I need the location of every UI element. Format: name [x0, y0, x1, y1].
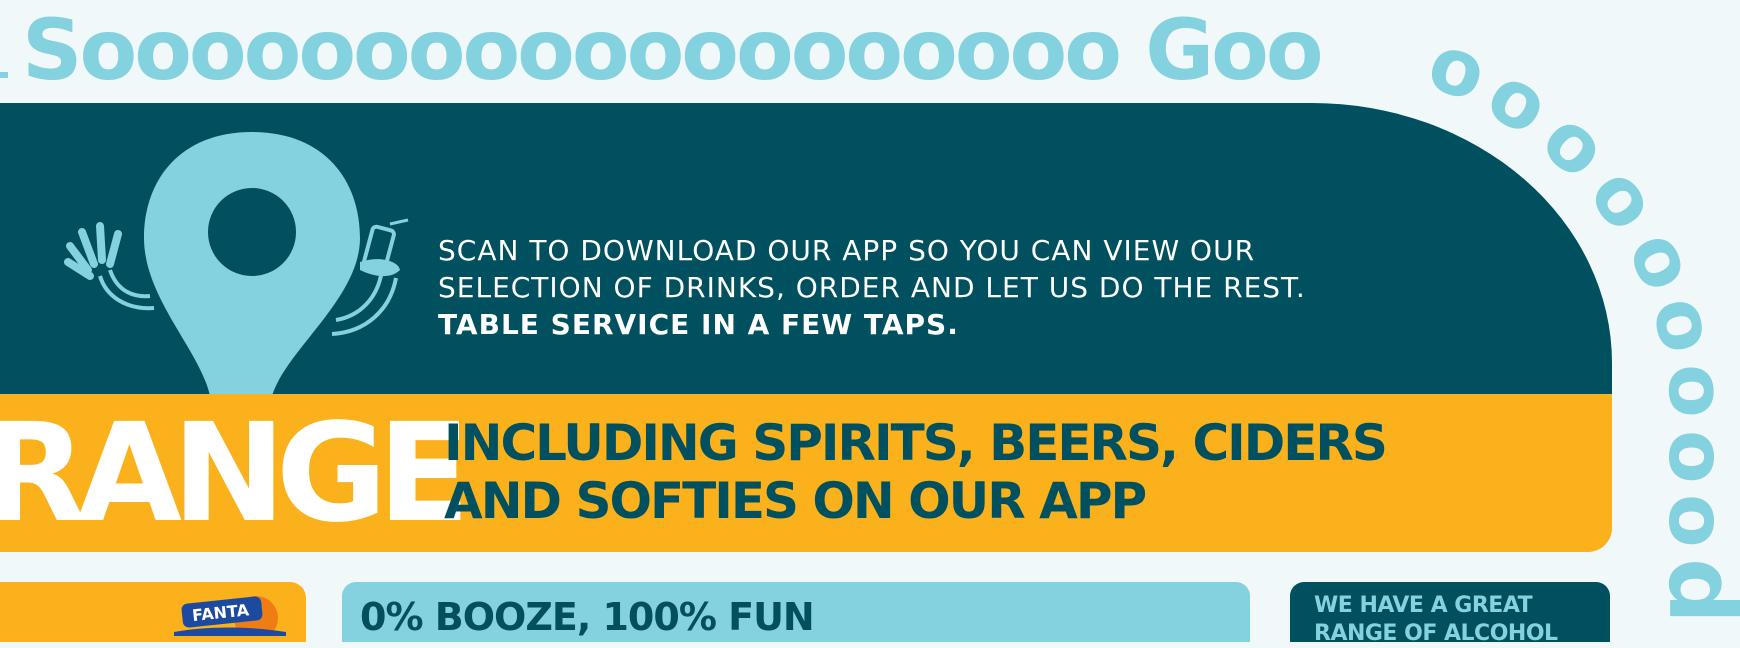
app-promo-line-2: SELECTION OF DRINKS, ORDER AND LET US DO…	[438, 271, 1306, 304]
location-pin-mascot-icon	[64, 132, 409, 396]
alcohol-range-text: WE HAVE A GREAT RANGE OF ALCOHOL	[1314, 592, 1594, 648]
range-copy-line-2: AND SOFTIES ON OUR APP	[444, 472, 1147, 530]
arc-letter: o	[1610, 218, 1714, 304]
range-copy: INCLUDING SPIRITS, BEERS, CIDERS AND SOF…	[444, 414, 1424, 530]
app-promo-text: SCAN TO DOWNLOAD OUR APP SO YOU CAN VIEW…	[438, 232, 1398, 343]
zero-booze-title: 0% BOOZE, 100% FUN	[360, 595, 815, 639]
app-promo-line-3: TABLE SERVICE IN A FEW TAPS.	[438, 308, 959, 341]
alcohol-range-line-2: RANGE OF ALCOHOL	[1314, 621, 1558, 646]
arc-letter: d	[1648, 558, 1740, 624]
alcohol-range-line-1: WE HAVE A GREAT	[1314, 593, 1533, 618]
app-promo-line-1: SCAN TO DOWNLOAD OUR APP SO YOU CAN VIEW…	[438, 234, 1256, 267]
range-copy-line-1: INCLUDING SPIRITS, BEERS, CIDERS	[444, 414, 1388, 472]
range-word: RANGE	[0, 395, 470, 553]
arc-letter: o	[1651, 430, 1740, 484]
arc-letter: o	[1651, 494, 1740, 548]
arc-letter: o	[1650, 362, 1740, 419]
arc-letter: o	[1634, 289, 1733, 360]
fanta-logo-icon: FANTA	[174, 596, 286, 636]
